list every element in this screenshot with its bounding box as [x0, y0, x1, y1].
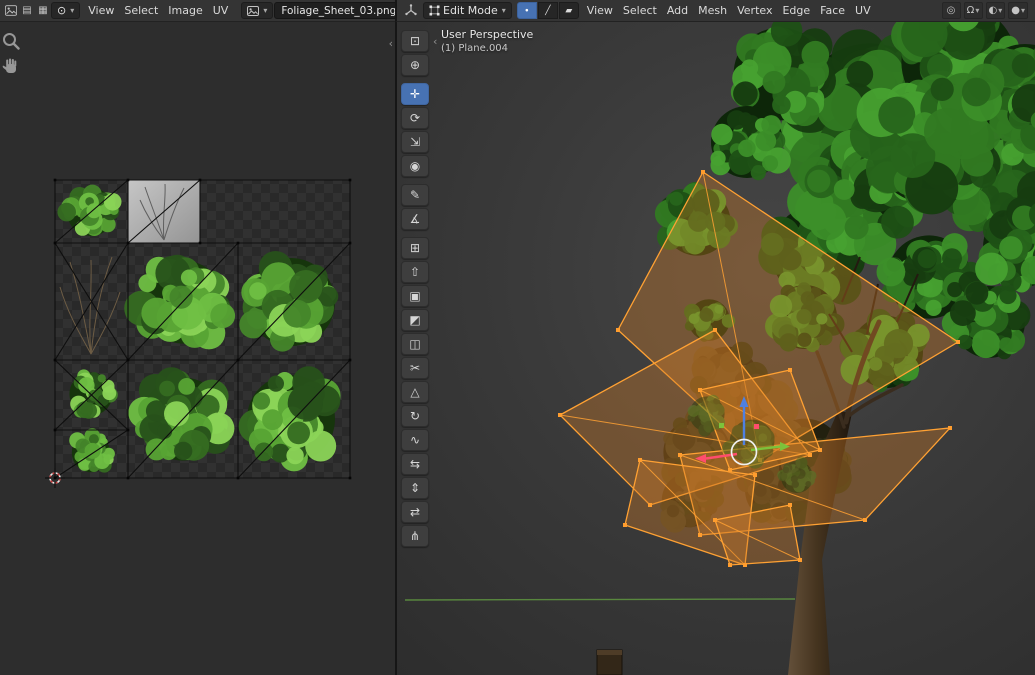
tool-select-box-button[interactable]: ⊡ — [401, 30, 429, 52]
uv-menu-uv[interactable]: UV — [208, 2, 234, 19]
tool-rotate-button[interactable]: ⟳ — [401, 107, 429, 129]
editor-type-3d-viewport-icon[interactable] — [402, 2, 420, 19]
uv-editor-region[interactable]: ‹ — [0, 22, 395, 675]
vp-menu-mesh[interactable]: Mesh — [693, 2, 732, 19]
mode-label: Edit Mode — [443, 4, 498, 17]
tool-loop-cut-button[interactable]: ◫ — [401, 333, 429, 355]
toolbar-collapse-chevron[interactable]: ‹ — [433, 36, 437, 47]
pan-hand-icon[interactable] — [0, 56, 22, 78]
tool-poly-build-button[interactable]: △ — [401, 381, 429, 403]
pivot-dropdown[interactable]: ⊙ ▾ — [51, 2, 80, 19]
mode-selector-dropdown[interactable]: Edit Mode ▾ — [423, 2, 512, 19]
blender-window: ▤ ▦ ⊙ ▾ ViewSelectImageUV ▾ Foliage_Shee… — [0, 0, 1035, 675]
pivot-icon: ⊙ — [57, 4, 66, 17]
uv-menu-view[interactable]: View — [83, 2, 119, 19]
proportional-editing-icon[interactable]: ◎ — [942, 2, 961, 19]
uv-menubar: ViewSelectImageUV — [83, 2, 233, 19]
chevron-down-icon: ▾ — [998, 6, 1002, 15]
fence-post — [597, 650, 622, 675]
tool-shrink-fatten-button[interactable]: ⇕ — [401, 477, 429, 499]
chevron-down-icon: ▾ — [502, 6, 506, 15]
tool-add-cube-button[interactable]: ⊞ — [401, 237, 429, 259]
uv-editor-canvas[interactable] — [0, 22, 395, 675]
chevron-down-icon: ▾ — [263, 6, 267, 15]
uv-editor-header: ▤ ▦ ⊙ ▾ ViewSelectImageUV ▾ Foliage_Shee… — [0, 0, 395, 22]
image-name-field[interactable]: Foliage_Sheet_03.png — [274, 2, 395, 19]
mesh-select-mode-buttons: ∙╱▰ — [517, 2, 579, 19]
vp-menu-edge[interactable]: Edge — [777, 2, 815, 19]
select-mode-face-button[interactable]: ▰ — [559, 2, 579, 19]
editor-type-image-icon[interactable] — [3, 2, 19, 19]
tool-move-button[interactable]: ✛ — [401, 83, 429, 105]
tool-bevel-button[interactable]: ◩ — [401, 309, 429, 331]
tool-scale-button[interactable]: ⇲ — [401, 131, 429, 153]
tool-rip-region-button[interactable]: ⋔ — [401, 525, 429, 547]
tool-shear-button[interactable]: ⇄ — [401, 501, 429, 523]
tool-inset-faces-button[interactable]: ▣ — [401, 285, 429, 307]
zoom-icon[interactable] — [0, 30, 22, 52]
region-collapse-chevron[interactable]: ‹ — [389, 38, 393, 49]
tool-spin-button[interactable]: ↻ — [401, 405, 429, 427]
tool-measure-button[interactable]: ∡ — [401, 208, 429, 230]
tool-edge-slide-button[interactable]: ⇆ — [401, 453, 429, 475]
viewport-editor-icon — [404, 4, 418, 17]
tool-transform-button[interactable]: ◉ — [401, 155, 429, 177]
chevron-down-icon: ▾ — [975, 6, 979, 15]
image-pin-icon[interactable]: ▦ — [35, 2, 51, 19]
tool-knife-button[interactable]: ✂ — [401, 357, 429, 379]
overlays-icon[interactable]: ◐▾ — [986, 2, 1006, 19]
image-datablock: ▾ Foliage_Sheet_03.png ❐ ✕ — [241, 2, 395, 19]
image-editor-icon — [5, 4, 17, 17]
display-channels-icon[interactable]: ▤ — [19, 2, 35, 19]
chevron-down-icon: ▾ — [70, 6, 74, 15]
vp-menu-add[interactable]: Add — [662, 2, 693, 19]
vp-menu-face[interactable]: Face — [815, 2, 850, 19]
vp-menu-select[interactable]: Select — [618, 2, 662, 19]
tool-smooth-button[interactable]: ∿ — [401, 429, 429, 451]
vp-menu-view[interactable]: View — [582, 2, 618, 19]
viewport-toolbar: ⊡⊕ ✛⟳⇲◉ ✎∡ ⊞⇧▣◩◫✂△↻∿⇆⇕⇄⋔ — [401, 30, 431, 554]
viewport-shading-icon[interactable]: ●▾ — [1008, 2, 1028, 19]
vp-menu-vertex[interactable]: Vertex — [732, 2, 777, 19]
grid-y-axis-line — [405, 599, 795, 600]
tool-cursor-button[interactable]: ⊕ — [401, 54, 429, 76]
vp-menu-uv[interactable]: UV — [850, 2, 876, 19]
select-mode-vertex-button[interactable]: ∙ — [517, 2, 537, 19]
uv-menu-image[interactable]: Image — [163, 2, 207, 19]
browse-image-button[interactable]: ▾ — [241, 2, 273, 19]
uv-menu-select[interactable]: Select — [119, 2, 163, 19]
snap-magnet-icon[interactable]: Ω▾ — [964, 2, 983, 19]
viewport-3d-canvas[interactable] — [397, 22, 1035, 675]
tool-extrude-region-button[interactable]: ⇧ — [401, 261, 429, 283]
viewport-header-right-icons: ◎Ω▾◐▾●▾ — [942, 2, 1035, 19]
select-mode-edge-button[interactable]: ╱ — [538, 2, 558, 19]
vp-menubar: ViewSelectAddMeshVertexEdgeFaceUV — [582, 2, 876, 19]
chevron-down-icon: ▾ — [1021, 6, 1025, 15]
image-browse-icon — [247, 6, 259, 16]
viewport-3d-region[interactable]: ⊡⊕✛⟳⇲◉✎∡⊞⇧▣◩◫✂△↻∿⇆⇕⇄⋔ User Perspective (… — [395, 22, 1035, 675]
image-name: Foliage_Sheet_03.png — [281, 5, 395, 17]
tool-annotate-button[interactable]: ✎ — [401, 184, 429, 206]
viewport-3d-header: Edit Mode ▾ ∙╱▰ ViewSelectAddMeshVertexE… — [395, 0, 1035, 22]
edit-mode-icon — [429, 5, 440, 16]
